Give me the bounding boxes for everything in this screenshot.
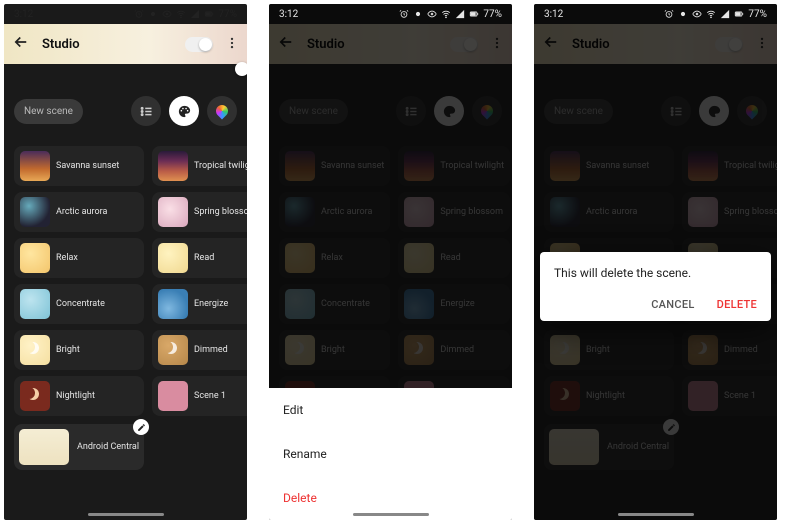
eye-icon bbox=[692, 9, 702, 19]
scene-thumb bbox=[20, 197, 50, 227]
dialog-cancel-button[interactable]: CANCEL bbox=[651, 298, 694, 311]
status-battery-text: 77% bbox=[218, 9, 237, 20]
home-indicator[interactable] bbox=[353, 513, 429, 516]
scene-tile[interactable]: Bright bbox=[14, 330, 144, 370]
scene-tile[interactable]: Spring blossom bbox=[152, 192, 247, 232]
scene-thumb bbox=[158, 381, 188, 411]
scene-label: Energize bbox=[194, 299, 228, 309]
scene-label: Scene 1 bbox=[194, 391, 226, 401]
alarm-icon bbox=[664, 9, 674, 19]
back-button[interactable] bbox=[12, 33, 30, 55]
scene-label: Relax bbox=[56, 253, 78, 263]
context-menu-sheet: Edit Rename Delete bbox=[269, 388, 512, 520]
dialog-delete-button[interactable]: DELETE bbox=[717, 298, 757, 311]
main-content: New scene Savanna sunset Tropical twilig… bbox=[4, 64, 247, 480]
custom-scene-tile[interactable]: Android Central bbox=[14, 424, 144, 470]
battery-icon bbox=[204, 9, 214, 19]
status-icons: 77% bbox=[664, 9, 767, 20]
status-icons: 77% bbox=[134, 9, 237, 20]
status-battery-text: 77% bbox=[748, 9, 767, 20]
dot-icon bbox=[678, 9, 688, 19]
scene-label: Spring blossom bbox=[194, 207, 247, 217]
sheet-rename[interactable]: Rename bbox=[269, 432, 512, 476]
alarm-icon bbox=[134, 9, 144, 19]
wifi-icon bbox=[706, 9, 716, 19]
battery-icon bbox=[734, 9, 744, 19]
app-bar: Studio bbox=[4, 24, 247, 64]
eye-icon bbox=[427, 9, 437, 19]
scene-thumb bbox=[20, 335, 50, 365]
color-picker-button[interactable] bbox=[207, 96, 237, 126]
home-indicator[interactable] bbox=[618, 513, 694, 516]
phone-screen-2: 3:12 77% Studio New scene Savanna sunset… bbox=[269, 4, 512, 520]
scene-label: Tropical twilight bbox=[194, 161, 247, 171]
scene-thumb bbox=[20, 381, 50, 411]
scene-grid: Savanna sunset Tropical twilight Arctic … bbox=[14, 146, 237, 470]
status-time: 3:12 bbox=[544, 9, 563, 20]
status-bar: 3:12 77% bbox=[534, 4, 777, 24]
scene-thumb bbox=[20, 243, 50, 273]
phone-screen-1: 3:12 77% Studio New scene bbox=[4, 4, 247, 520]
scene-label: Read bbox=[194, 253, 214, 263]
scene-tile[interactable]: Savanna sunset bbox=[14, 146, 144, 186]
status-time: 3:12 bbox=[279, 9, 298, 20]
brightness-slider-knob[interactable] bbox=[235, 62, 247, 76]
scene-label: Concentrate bbox=[56, 299, 105, 309]
signal-icon bbox=[190, 9, 200, 19]
signal-icon bbox=[720, 9, 730, 19]
scene-thumb bbox=[158, 151, 188, 181]
scene-tile[interactable]: Tropical twilight bbox=[152, 146, 247, 186]
sheet-edit[interactable]: Edit bbox=[269, 388, 512, 432]
status-bar: 3:12 77% bbox=[269, 4, 512, 24]
delete-dialog: This will delete the scene. CANCEL DELET… bbox=[540, 252, 771, 321]
scene-tile[interactable]: Relax bbox=[14, 238, 144, 278]
eye-icon bbox=[162, 9, 172, 19]
more-button[interactable] bbox=[225, 35, 239, 54]
battery-icon bbox=[469, 9, 479, 19]
rainbow-icon bbox=[214, 103, 231, 120]
signal-icon bbox=[455, 9, 465, 19]
phone-screen-3: 3:12 77% Studio New scene Savanna sunset… bbox=[534, 4, 777, 520]
dot-icon bbox=[413, 9, 423, 19]
scene-thumb bbox=[158, 197, 188, 227]
scene-label: Dimmed bbox=[194, 345, 228, 355]
scene-tile[interactable]: Concentrate bbox=[14, 284, 144, 324]
room-toggle[interactable] bbox=[185, 37, 213, 52]
new-scene-button[interactable]: New scene bbox=[14, 99, 83, 124]
alarm-icon bbox=[399, 9, 409, 19]
home-indicator[interactable] bbox=[88, 513, 164, 516]
scene-tile[interactable]: Dimmed bbox=[152, 330, 247, 370]
custom-scene-label: Android Central bbox=[77, 442, 139, 452]
scene-label: Arctic aurora bbox=[56, 207, 107, 217]
scene-thumb bbox=[158, 243, 188, 273]
scene-tile[interactable]: Read bbox=[152, 238, 247, 278]
edit-scene-badge[interactable] bbox=[133, 419, 149, 435]
page-title: Studio bbox=[42, 37, 173, 52]
dialog-message: This will delete the scene. bbox=[554, 266, 757, 280]
scene-tile[interactable]: Scene 1 bbox=[152, 376, 247, 416]
scene-thumb bbox=[158, 289, 188, 319]
scene-label: Bright bbox=[56, 345, 80, 355]
wifi-icon bbox=[176, 9, 186, 19]
dot-icon bbox=[148, 9, 158, 19]
status-bar: 3:12 77% bbox=[4, 4, 247, 24]
list-view-button[interactable] bbox=[131, 96, 161, 126]
scene-thumb bbox=[20, 151, 50, 181]
wifi-icon bbox=[441, 9, 451, 19]
scene-tile[interactable]: Energize bbox=[152, 284, 247, 324]
status-battery-text: 77% bbox=[483, 9, 502, 20]
scene-label: Savanna sunset bbox=[56, 161, 119, 171]
scene-label: Nightlight bbox=[56, 391, 95, 401]
status-icons: 77% bbox=[399, 9, 502, 20]
palette-view-button[interactable] bbox=[169, 96, 199, 126]
scene-tile[interactable]: Nightlight bbox=[14, 376, 144, 416]
scene-thumb bbox=[20, 289, 50, 319]
custom-scene-thumb bbox=[19, 429, 69, 465]
status-time: 3:12 bbox=[14, 9, 33, 20]
scene-tile[interactable]: Arctic aurora bbox=[14, 192, 144, 232]
scene-thumb bbox=[158, 335, 188, 365]
